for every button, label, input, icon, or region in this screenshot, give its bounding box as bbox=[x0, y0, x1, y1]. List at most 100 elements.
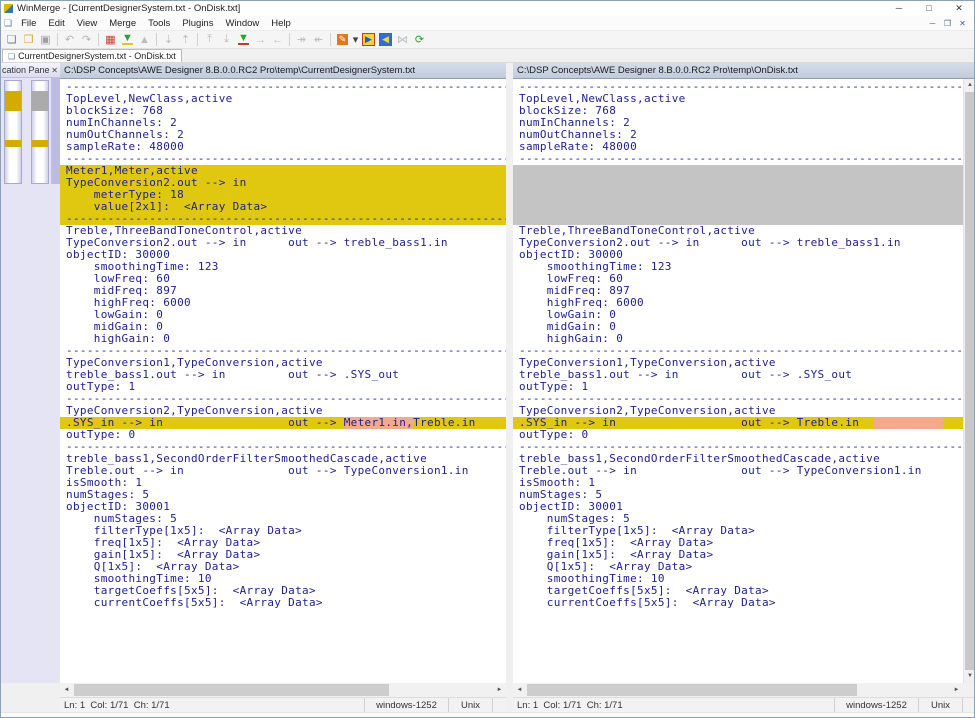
word-difference bbox=[873, 417, 942, 429]
left-eol-style: Unix bbox=[448, 698, 492, 712]
code-line: highGain: 0 bbox=[513, 333, 975, 345]
copy-all-left-icon[interactable]: ◀ bbox=[377, 32, 394, 48]
code-line: smoothingTime: 123 bbox=[513, 261, 975, 273]
previous-difference-icon[interactable]: ▲ bbox=[136, 32, 153, 48]
copy-all-right-icon[interactable]: ▶ bbox=[360, 32, 377, 48]
scroll-down-icon[interactable]: ▼ bbox=[964, 670, 975, 683]
scroll-right-icon[interactable]: ► bbox=[493, 683, 506, 697]
code-line: TypeConversion1,TypeConversion,active bbox=[60, 357, 506, 369]
code-line: numStages: 5 bbox=[60, 513, 506, 525]
difference-band[interactable] bbox=[32, 91, 48, 111]
left-horizontal-scroll-thumb[interactable] bbox=[74, 684, 389, 696]
undo-icon[interactable]: ↶ bbox=[61, 32, 78, 48]
code-line: filterType[1x5]: <Array Data> bbox=[60, 525, 506, 537]
code-line: smoothingTime: 10 bbox=[60, 573, 506, 585]
mdi-close-button[interactable]: ✕ bbox=[955, 19, 970, 28]
previous-conflict-icon[interactable]: ⇡ bbox=[177, 32, 194, 48]
close-button[interactable]: ✕ bbox=[944, 1, 974, 16]
code-line: objectID: 30000 bbox=[513, 249, 975, 261]
open-icon[interactable]: ❒ bbox=[20, 32, 37, 48]
code-line: ----------------------------------------… bbox=[60, 81, 506, 93]
left-status-pad bbox=[492, 698, 506, 712]
right-horizontal-scroll-thumb[interactable] bbox=[527, 684, 857, 696]
scroll-right-icon[interactable]: ► bbox=[950, 683, 963, 697]
left-editor[interactable]: ----------------------------------------… bbox=[60, 79, 506, 683]
minimize-button[interactable]: ─ bbox=[884, 1, 914, 16]
mdi-minimize-button[interactable]: ─ bbox=[925, 19, 940, 28]
scroll-left-icon[interactable]: ◄ bbox=[513, 683, 526, 697]
menu-tools[interactable]: Tools bbox=[142, 18, 176, 29]
winmerge-logo-icon bbox=[4, 4, 13, 13]
refresh-icon[interactable]: ⟳ bbox=[411, 32, 428, 48]
current-difference-icon[interactable]: ▼ bbox=[235, 32, 252, 48]
left-file-pane: C:\DSP Concepts\AWE Designer 8.B.0.0.RC2… bbox=[60, 63, 506, 683]
code-line: Q[1x5]: <Array Data> bbox=[513, 561, 975, 573]
code-line: ----------------------------------------… bbox=[513, 153, 975, 165]
code-line: Q[1x5]: <Array Data> bbox=[60, 561, 506, 573]
location-map-left-file[interactable] bbox=[4, 80, 22, 184]
code-line: blockSize: 768 bbox=[513, 105, 975, 117]
next-difference-icon[interactable]: ▼ bbox=[119, 32, 136, 48]
redo-icon[interactable]: ↷ bbox=[78, 32, 95, 48]
code-line: midFreq: 897 bbox=[513, 285, 975, 297]
code-line: treble_bass1.out --> in out --> .SYS_out bbox=[513, 369, 975, 381]
menu-file[interactable]: File bbox=[15, 18, 42, 29]
code-line: numOutChannels: 2 bbox=[513, 129, 975, 141]
vertical-scroll-thumb[interactable] bbox=[965, 92, 975, 670]
left-horizontal-scrollbar[interactable]: ◄ ► bbox=[60, 683, 506, 697]
code-line: filterType[1x5]: <Array Data> bbox=[513, 525, 975, 537]
menu-bar: ❏ FileEditViewMergeToolsPluginsWindowHel… bbox=[1, 16, 974, 30]
menu-help[interactable]: Help bbox=[265, 18, 297, 29]
menu-view[interactable]: View bbox=[71, 18, 103, 29]
next-conflict-icon[interactable]: ⇣ bbox=[160, 32, 177, 48]
first-difference-icon[interactable]: ⤒ bbox=[201, 32, 218, 48]
menu-edit[interactable]: Edit bbox=[42, 18, 70, 29]
difference-band[interactable] bbox=[5, 140, 21, 147]
left-encoding: windows-1252 bbox=[364, 698, 448, 712]
location-pane-close-icon[interactable]: ✕ bbox=[51, 66, 58, 75]
copy-right-advance-icon[interactable]: ↠ bbox=[293, 32, 310, 48]
code-line bbox=[513, 177, 975, 189]
copy-left-advance-icon[interactable]: ↞ bbox=[310, 32, 327, 48]
auto-merge-icon[interactable]: ✎ bbox=[334, 32, 351, 48]
code-line: TypeConversion2,TypeConversion,active bbox=[60, 405, 506, 417]
new-file-icon[interactable]: ❏ bbox=[3, 32, 20, 48]
difference-band[interactable] bbox=[5, 91, 21, 111]
menu-plugins[interactable]: Plugins bbox=[176, 18, 219, 29]
file-compare-icon[interactable]: ⋈ bbox=[394, 32, 411, 48]
code-line: currentCoeffs[5x5]: <Array Data> bbox=[513, 597, 975, 609]
copy-right-icon[interactable]: → bbox=[252, 32, 269, 48]
options-icon[interactable]: ▦ bbox=[102, 32, 119, 48]
maximize-button[interactable]: □ bbox=[914, 1, 944, 16]
code-line: Meter1,Meter,active bbox=[60, 165, 506, 177]
menu-merge[interactable]: Merge bbox=[103, 18, 142, 29]
toolbar-separator bbox=[289, 33, 290, 46]
right-horizontal-scrollbar[interactable]: ◄ ► bbox=[513, 683, 963, 697]
auto-merge-dropdown-icon[interactable]: ▾ bbox=[351, 32, 360, 48]
difference-band[interactable] bbox=[32, 140, 48, 147]
code-line: Treble.out --> in out --> TypeConversion… bbox=[513, 465, 975, 477]
code-line: TypeConversion2.out --> in out --> trebl… bbox=[60, 237, 506, 249]
scroll-left-icon[interactable]: ◄ bbox=[60, 683, 73, 697]
tab-compare[interactable]: ❏ CurrentDesignerSystem.txt - OnDisk.txt bbox=[2, 49, 182, 62]
code-line: numStages: 5 bbox=[513, 489, 975, 501]
copy-left-icon[interactable]: ← bbox=[269, 32, 286, 48]
menu-items: FileEditViewMergeToolsPluginsWindowHelp bbox=[15, 18, 297, 29]
location-pane-body bbox=[1, 78, 60, 684]
code-line bbox=[513, 189, 975, 201]
vertical-scrollbar[interactable]: ▲ ▼ bbox=[963, 79, 975, 683]
scroll-up-icon[interactable]: ▲ bbox=[964, 79, 975, 92]
pane-splitter[interactable] bbox=[506, 63, 513, 712]
location-pane-title: cation Pane bbox=[2, 65, 50, 75]
save-icon[interactable]: ▣ bbox=[37, 32, 54, 48]
code-line: lowFreq: 60 bbox=[60, 273, 506, 285]
tab-document-icon: ❏ bbox=[8, 52, 15, 61]
last-difference-icon[interactable]: ⤓ bbox=[218, 32, 235, 48]
code-line: ----------------------------------------… bbox=[60, 345, 506, 357]
menu-window[interactable]: Window bbox=[219, 18, 265, 29]
code-line: TopLevel,NewClass,active bbox=[513, 93, 975, 105]
mdi-restore-button[interactable]: ❐ bbox=[940, 19, 955, 28]
right-editor[interactable]: ----------------------------------------… bbox=[513, 79, 975, 683]
code-line: treble_bass1,SecondOrderFilterSmoothedCa… bbox=[513, 453, 975, 465]
location-map-right-file[interactable] bbox=[31, 80, 49, 184]
